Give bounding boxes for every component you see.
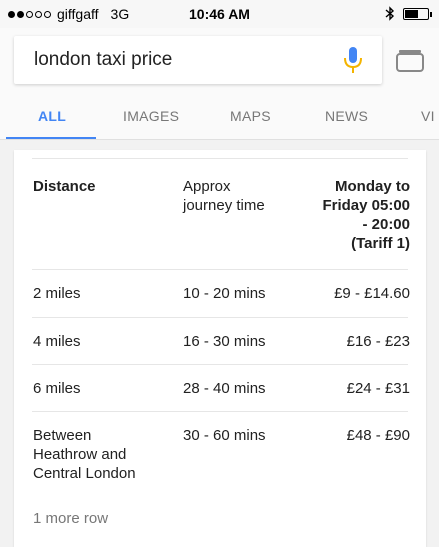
- journey-time-cell: 30 - 60 mins: [183, 427, 266, 444]
- status-time: 10:46 AM: [189, 6, 250, 22]
- column-header-price: Monday to Friday 05:00 - 20:00 (Tariff 1…: [290, 177, 410, 253]
- header-text: - 20:00: [362, 216, 410, 233]
- tab-maps[interactable]: MAPS: [230, 108, 271, 124]
- status-bar: giffgaff 3G 10:46 AM: [0, 0, 439, 28]
- distance-line: Heathrow and: [33, 446, 127, 463]
- mic-icon[interactable]: [342, 46, 364, 76]
- more-rows-link[interactable]: 1 more row: [33, 510, 108, 527]
- header-text: (Tariff 1): [351, 235, 410, 252]
- search-box[interactable]: london taxi price: [14, 36, 382, 84]
- tab-news[interactable]: NEWS: [325, 108, 368, 124]
- price-cell: £9 - £14.60: [334, 285, 410, 302]
- table-row: Between Heathrow and Central London 30 -…: [32, 411, 410, 495]
- price-cell: £24 - £31: [346, 380, 410, 397]
- header-text: Approx: [183, 178, 231, 195]
- battery-icon: [403, 7, 432, 20]
- journey-time-cell: 10 - 20 mins: [183, 285, 266, 302]
- header-text: Friday 05:00: [322, 197, 410, 214]
- price-cell: £48 - £90: [346, 427, 410, 444]
- divider: [32, 158, 408, 159]
- table-row: 4 miles 16 - 30 mins £16 - £23: [32, 317, 410, 364]
- column-header-distance: Distance: [33, 178, 96, 195]
- tab-all[interactable]: ALL: [38, 108, 66, 124]
- distance-cell: 4 miles: [33, 333, 81, 350]
- search-area: london taxi price: [0, 28, 439, 94]
- table-row: 6 miles 28 - 40 mins £24 - £31: [32, 364, 410, 411]
- distance-cell: 6 miles: [33, 380, 81, 397]
- taxi-fare-card: Distance Approx journey time Monday to F…: [14, 150, 426, 547]
- distance-cell: Between Heathrow and Central London: [33, 426, 183, 483]
- price-cell: £16 - £23: [346, 333, 410, 350]
- active-tab-indicator: [6, 137, 96, 139]
- journey-time-cell: 16 - 30 mins: [183, 333, 266, 350]
- tab-images[interactable]: IMAGES: [123, 108, 179, 124]
- distance-line: Between: [33, 427, 92, 444]
- column-header-journey-time: Approx journey time: [183, 177, 293, 215]
- distance-cell: 2 miles: [33, 285, 81, 302]
- tabs-icon[interactable]: [396, 48, 424, 72]
- journey-time-cell: 28 - 40 mins: [183, 380, 266, 397]
- status-right: [385, 6, 432, 21]
- distance-line: Central London: [33, 465, 136, 482]
- tab-videos[interactable]: VI: [421, 108, 435, 124]
- search-tabs: ALL IMAGES MAPS NEWS VI: [0, 94, 439, 140]
- bluetooth-icon: [385, 6, 395, 21]
- search-input[interactable]: london taxi price: [34, 49, 172, 71]
- battery-level: [405, 9, 418, 18]
- header-text: Monday to: [335, 178, 410, 195]
- table-row: 2 miles 10 - 20 mins £9 - £14.60: [32, 269, 410, 317]
- header-text: journey time: [183, 197, 265, 214]
